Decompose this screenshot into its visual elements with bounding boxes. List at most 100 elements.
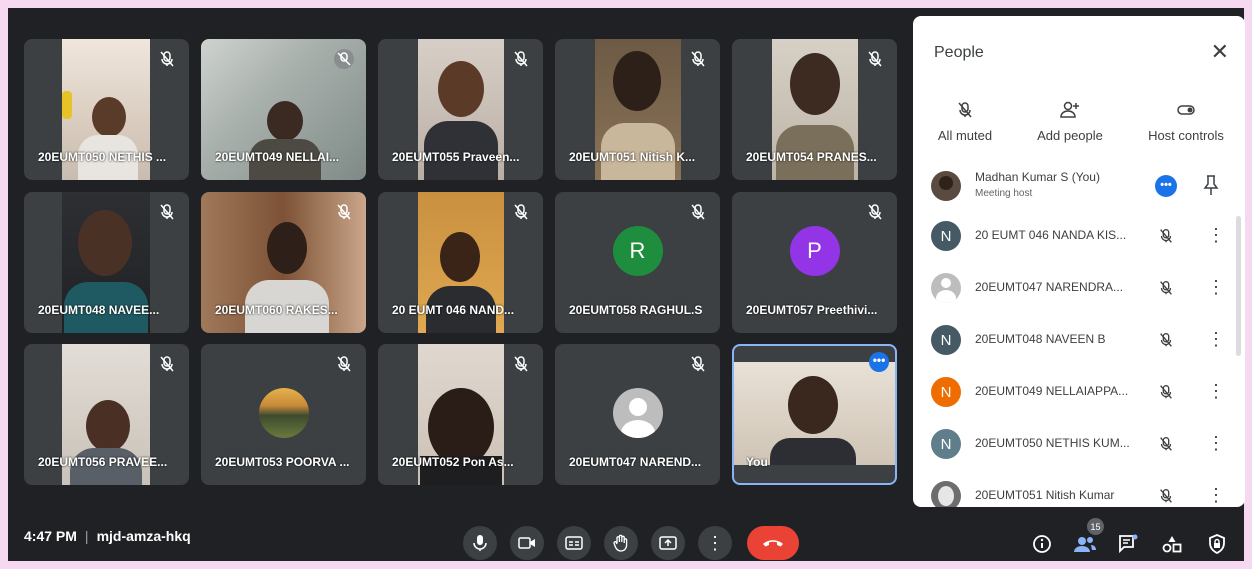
more-options-icon[interactable]: ••• <box>869 352 889 372</box>
participant-row[interactable]: N 20EUMT050 NETHIS KUM... ⋮ <box>931 422 1227 466</box>
add-people-button[interactable]: Add people <box>1030 100 1110 143</box>
participant-tile[interactable]: 20EUMT054 PRANES... <box>732 39 897 180</box>
participant-name: 20EUMT054 PRANES... <box>746 150 877 164</box>
participant-name: 20EUMT050 NETHIS ... <box>38 150 167 164</box>
avatar <box>931 171 961 201</box>
avatar <box>613 388 663 438</box>
mic-off-icon <box>334 202 354 222</box>
meeting-details-button[interactable] <box>1030 532 1054 556</box>
people-icon <box>1074 537 1096 552</box>
camera-icon <box>518 537 535 549</box>
participant-name: 20EUMT055 Praveen... <box>392 150 520 164</box>
participant-tile[interactable]: 20EUMT055 Praveen... <box>378 39 543 180</box>
more-vert-icon[interactable]: ⋮ <box>1207 278 1225 296</box>
participant-name: 20 EUMT 046 NAND... <box>392 303 515 317</box>
mic-off-icon <box>334 354 354 374</box>
participant-row[interactable]: 20EUMT051 Nitish Kumar ⋮ <box>931 474 1227 507</box>
mic-off-icon <box>1157 383 1175 406</box>
mic-off-icon <box>1157 279 1175 302</box>
participant-name: 20EUMT048 NAVEEN B <box>975 332 1106 346</box>
host-role: Meeting host <box>975 188 1033 199</box>
avatar: N <box>931 221 961 251</box>
participant-tile[interactable]: 20EUMT056 PRAVEE... <box>24 344 189 485</box>
meeting-code: mjd-amza-hkq <box>96 528 191 544</box>
mic-off-icon <box>865 202 885 222</box>
mic-icon <box>473 535 487 551</box>
participant-count-badge: 15 <box>1087 518 1104 535</box>
more-vert-icon[interactable]: ⋮ <box>1207 226 1225 244</box>
meeting-info: 4:47 PM | mjd-amza-hkq <box>24 528 191 544</box>
panel-title: People <box>934 44 984 61</box>
avatar <box>931 481 961 507</box>
participant-name: 20EUMT056 PRAVEE... <box>38 455 168 469</box>
participant-tile[interactable]: 20EUMT060 RAKES... <box>201 192 366 333</box>
participant-row[interactable]: N 20 EUMT 046 NANDA KIS... ⋮ <box>931 214 1227 258</box>
participant-tile[interactable]: 20EUMT050 NETHIS ... <box>24 39 189 180</box>
participant-name: 20EUMT057 Preethivi... <box>746 303 878 317</box>
activities-button[interactable] <box>1160 532 1184 556</box>
mic-off-icon <box>688 49 708 69</box>
present-button[interactable] <box>651 526 685 560</box>
mic-off-icon <box>1157 487 1175 507</box>
participant-name: Madhan Kumar S (You) <box>975 170 1100 184</box>
meeting-window: 20EUMT050 NETHIS ... 20EUMT049 NELLAI...… <box>8 8 1245 561</box>
mic-off-icon <box>1157 435 1175 458</box>
avatar <box>259 388 309 438</box>
mic-off-icon <box>688 354 708 374</box>
more-vert-icon[interactable]: ⋮ <box>1207 486 1225 504</box>
participant-tile[interactable]: P 20EUMT057 Preethivi... <box>732 192 897 333</box>
participant-name: 20EUMT052 Pon As... <box>392 455 514 469</box>
mic-off-icon <box>157 202 177 222</box>
participant-name: 20EUMT053 POORVA ... <box>215 455 350 469</box>
participant-tile[interactable]: R 20EUMT058 RAGHUL.S <box>555 192 720 333</box>
participant-name: 20EUMT058 RAGHUL.S <box>569 303 703 317</box>
mic-off-icon <box>511 202 531 222</box>
scrollbar[interactable] <box>1236 216 1241 356</box>
self-tile[interactable]: ••• You <box>732 344 897 485</box>
more-vert-icon[interactable]: ⋮ <box>1207 434 1225 452</box>
mic-off-icon <box>157 354 177 374</box>
more-vert-icon[interactable]: ⋮ <box>1207 330 1225 348</box>
camera-button[interactable] <box>510 526 544 560</box>
participant-tile[interactable]: 20EUMT048 NAVEE... <box>24 192 189 333</box>
participant-tile[interactable]: 20EUMT051 Nitish K... <box>555 39 720 180</box>
mic-button[interactable] <box>463 526 497 560</box>
avatar: R <box>612 225 663 276</box>
participant-tile[interactable]: 20EUMT052 Pon As... <box>378 344 543 485</box>
participant-name: You <box>746 455 768 469</box>
activities-icon <box>1162 536 1182 553</box>
participant-name: 20 EUMT 046 NANDA KIS... <box>975 228 1127 242</box>
participant-tile[interactable]: 20 EUMT 046 NAND... <box>378 192 543 333</box>
more-options-button[interactable]: ⋮ <box>698 526 732 560</box>
captions-icon <box>565 536 583 550</box>
more-options-icon[interactable]: ••• <box>1155 175 1177 197</box>
host-controls-button[interactable]: Host controls <box>1141 100 1231 143</box>
raise-hand-button[interactable] <box>604 526 638 560</box>
participant-row[interactable]: N 20EUMT048 NAVEEN B ⋮ <box>931 318 1227 362</box>
avatar: N <box>931 325 961 355</box>
participant-name: 20EUMT047 NAREND... <box>569 455 702 469</box>
all-muted-control[interactable]: All muted <box>933 100 997 143</box>
mic-off-icon <box>958 102 972 118</box>
close-icon[interactable]: ✕ <box>1211 41 1229 63</box>
chat-button[interactable] <box>1116 532 1140 556</box>
participant-row[interactable]: 20EUMT047 NARENDRA... ⋮ <box>931 266 1227 310</box>
host-controls-icon-button[interactable] <box>1205 532 1229 556</box>
add-people-label: Add people <box>1037 128 1103 143</box>
participant-row-host[interactable]: Madhan Kumar S (You) Meeting host ••• <box>931 164 1227 208</box>
end-call-button[interactable] <box>747 526 799 560</box>
participant-tile[interactable]: 20EUMT047 NAREND... <box>555 344 720 485</box>
mic-off-icon <box>688 202 708 222</box>
toggle-icon <box>1177 105 1195 115</box>
participant-tile[interactable]: 20EUMT053 POORVA ... <box>201 344 366 485</box>
people-button[interactable] <box>1073 532 1097 556</box>
add-person-icon <box>1060 101 1079 118</box>
clock: 4:47 PM <box>24 528 77 544</box>
participant-tile[interactable]: 20EUMT049 NELLAI... <box>201 39 366 180</box>
participant-name: 20EUMT051 Nitish Kumar <box>975 488 1115 502</box>
captions-button[interactable] <box>557 526 591 560</box>
mic-off-icon <box>1157 331 1175 354</box>
more-vert-icon[interactable]: ⋮ <box>1207 382 1225 400</box>
pin-icon[interactable] <box>1203 174 1219 201</box>
participant-row[interactable]: N 20EUMT049 NELLAIAPPA... ⋮ <box>931 370 1227 414</box>
